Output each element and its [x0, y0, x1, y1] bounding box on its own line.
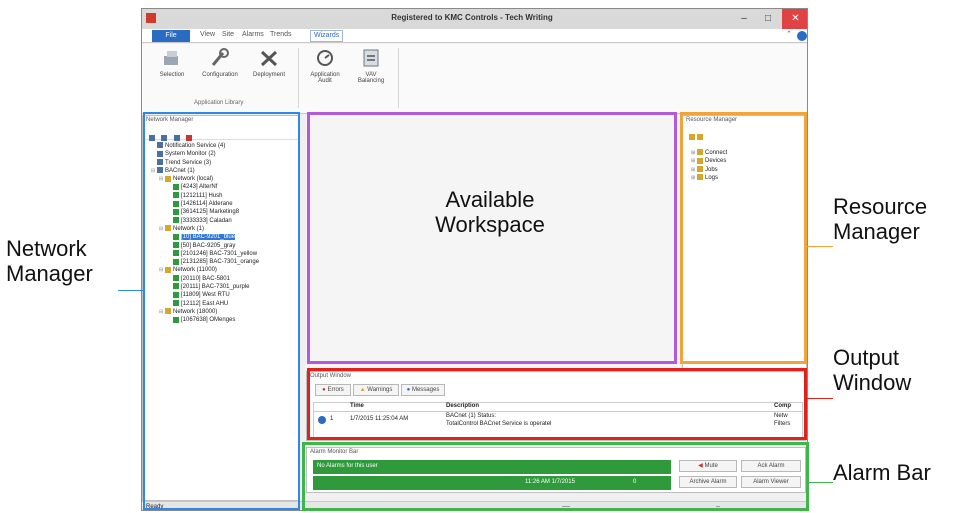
- network-manager-annotation: Network Manager: [6, 236, 93, 286]
- application-audit-button[interactable]: Application Audit: [306, 48, 344, 84]
- deployment-button[interactable]: Deployment: [250, 48, 288, 78]
- workspace-highlight: [307, 112, 677, 364]
- ribbon-separator: [398, 48, 399, 108]
- maximize-button[interactable]: □: [756, 9, 780, 29]
- network-manager-leader: [118, 290, 143, 291]
- deployment-icon: [260, 50, 278, 67]
- minimize-button[interactable]: –: [732, 9, 756, 29]
- vav-balancing-icon: [363, 49, 379, 67]
- deployment-label: Deployment: [252, 72, 285, 78]
- workspace-annotation: Available Workspace: [435, 187, 545, 237]
- app-icon: [146, 13, 156, 23]
- output-window-leader: [807, 398, 833, 399]
- selection-button[interactable]: Selection: [154, 48, 190, 78]
- window-title: Registered to KMC Controls - Tech Writin…: [391, 13, 553, 22]
- alarm-bar-highlight: [302, 442, 809, 511]
- ribbon: Selection Configuration Deployment Appli…: [142, 44, 807, 114]
- configuration-button[interactable]: Configuration: [196, 48, 244, 78]
- menu-alarms[interactable]: Alarms: [242, 31, 264, 38]
- vav-balancing-label: VAV Balancing: [357, 72, 385, 84]
- resource-manager-highlight: [680, 112, 807, 364]
- title-bar: Registered to KMC Controls - Tech Writin…: [142, 9, 807, 29]
- application-audit-label: Application Audit: [310, 72, 340, 84]
- alarm-bar-annotation: Alarm Bar: [833, 460, 931, 485]
- vav-balancing-button[interactable]: VAV Balancing: [352, 48, 390, 84]
- resource-manager-annotation: Resource Manager: [833, 194, 928, 244]
- configuration-icon: [211, 48, 229, 66]
- selection-label: Selection: [159, 72, 185, 78]
- application-library-label: Application Library: [194, 100, 244, 106]
- menu-view[interactable]: View: [200, 31, 215, 38]
- selection-icon: [164, 51, 178, 65]
- network-manager-highlight: [143, 112, 300, 510]
- alarm-bar-leader: [809, 482, 833, 483]
- close-button[interactable]: ✕: [782, 9, 807, 29]
- menu-bar: File View Site Alarms Trends Wizards ⌃: [142, 29, 807, 43]
- help-icon[interactable]: [797, 31, 807, 41]
- output-window-annotation: Output Window: [833, 345, 912, 395]
- menu-wizards[interactable]: Wizards: [310, 30, 344, 42]
- output-window-highlight: [307, 368, 807, 440]
- menu-trends[interactable]: Trends: [270, 31, 292, 38]
- configuration-label: Configuration: [202, 72, 238, 78]
- audit-icon: [317, 50, 333, 66]
- collapse-ribbon-icon[interactable]: ⌃: [786, 30, 792, 38]
- menu-file[interactable]: File: [152, 30, 190, 42]
- ribbon-separator: [298, 48, 299, 108]
- menu-site[interactable]: Site: [222, 31, 234, 38]
- resource-manager-leader: [807, 246, 833, 247]
